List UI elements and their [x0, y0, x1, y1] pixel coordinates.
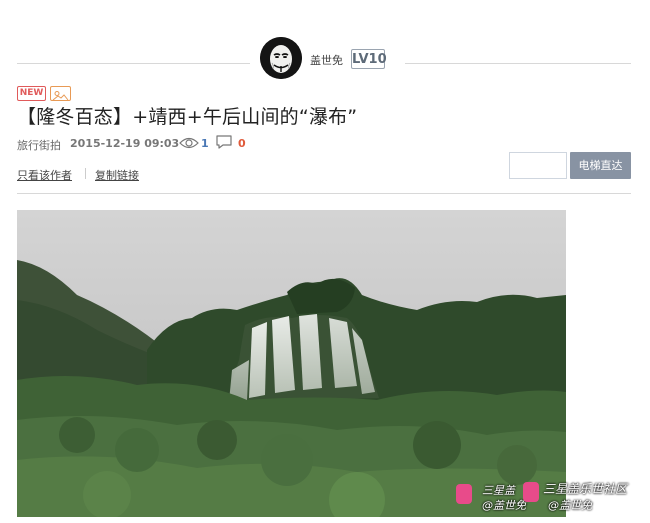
- watermark-logo-icon-left: [456, 484, 472, 504]
- comment-bubble-icon: [216, 135, 232, 149]
- only-author-link[interactable]: 只看该作者: [17, 167, 72, 183]
- post-datetime: 2015-12-19 09:03: [70, 137, 180, 150]
- post-photo-waterfall[interactable]: [17, 210, 566, 517]
- watermark-right-line2: @盖世免: [548, 499, 592, 512]
- comments-icon-wrap: [215, 134, 233, 154]
- floor-jump-input[interactable]: [509, 152, 567, 179]
- copy-link[interactable]: 复制链接: [95, 167, 139, 183]
- content-divider: [17, 193, 631, 194]
- mask-avatar-icon: [260, 37, 302, 79]
- comments-count: 0: [238, 137, 246, 150]
- image-badge: [50, 86, 71, 101]
- post-category[interactable]: 旅行街拍: [17, 137, 61, 153]
- avatar[interactable]: [260, 37, 302, 79]
- eye-icon: [179, 137, 199, 149]
- image-icon: [52, 91, 69, 101]
- link-separator: [85, 168, 86, 179]
- post-title: 【隆冬百态】+靖西+午后山间的“瀑布”: [17, 106, 358, 128]
- new-badge: NEW: [17, 86, 46, 101]
- author-name[interactable]: 盖世免: [310, 52, 343, 68]
- author-level-badge: LV10: [351, 49, 387, 69]
- watermark-left-line1: 三星盖: [482, 484, 515, 497]
- floor-jump-button[interactable]: 电梯直达: [570, 152, 631, 179]
- waterfall-landscape-image: [17, 210, 566, 517]
- watermark-right-line1: 三星盖乐世社区: [543, 482, 628, 496]
- views-count: 1: [201, 137, 209, 150]
- header-divider-left: [17, 63, 250, 64]
- header-divider-right: [405, 63, 631, 64]
- views-icon-wrap: [179, 135, 199, 154]
- watermark-left-line2: @盖世免: [482, 499, 526, 512]
- watermark-logo-icon-right: [523, 482, 539, 502]
